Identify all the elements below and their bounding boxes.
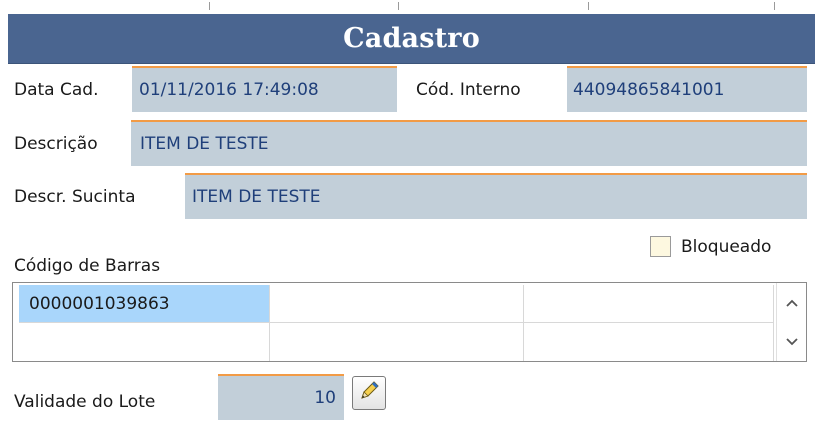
grid-scrollbar[interactable] [776,283,806,361]
grid-cell[interactable]: 0000001039863 [19,285,270,323]
descr-sucinta-label: Descr. Sucinta [14,187,136,207]
top-tab-strip [0,0,815,14]
validade-lote-field[interactable]: 10 [218,374,344,420]
codigo-barras-grid[interactable]: 0000001039863 [12,282,807,362]
edit-button[interactable] [352,376,386,410]
tab-separator [588,2,589,10]
grid-cell[interactable] [19,323,270,361]
grid-cell[interactable] [524,323,774,361]
descr-sucinta-field[interactable]: ITEM DE TESTE [185,173,807,219]
pencil-icon [357,379,381,407]
codigo-barras-label: Código de Barras [14,256,161,276]
data-cad-field[interactable]: 01/11/2016 17:49:08 [132,66,397,112]
bloqueado-checkbox[interactable] [650,236,671,257]
cadastro-header: Cadastro [8,14,815,64]
bloqueado-label[interactable]: Bloqueado [681,237,771,257]
chevron-down-icon[interactable] [785,334,799,350]
grid-cell[interactable] [270,285,524,323]
validade-lote-label: Validade do Lote [14,392,156,412]
descricao-label: Descrição [14,134,98,154]
chevron-up-icon[interactable] [785,295,799,311]
descricao-field[interactable]: ITEM DE TESTE [131,120,807,166]
tab-separator [209,2,210,10]
tab-separator [398,2,399,10]
tab-separator [774,2,775,10]
data-cad-label: Data Cad. [14,80,99,100]
cod-interno-label: Cód. Interno [416,80,521,100]
grid-cell[interactable] [524,285,774,323]
cod-interno-field[interactable]: 44094865841001 [567,66,807,112]
grid-cell[interactable] [270,323,524,361]
header-title: Cadastro [343,23,480,54]
